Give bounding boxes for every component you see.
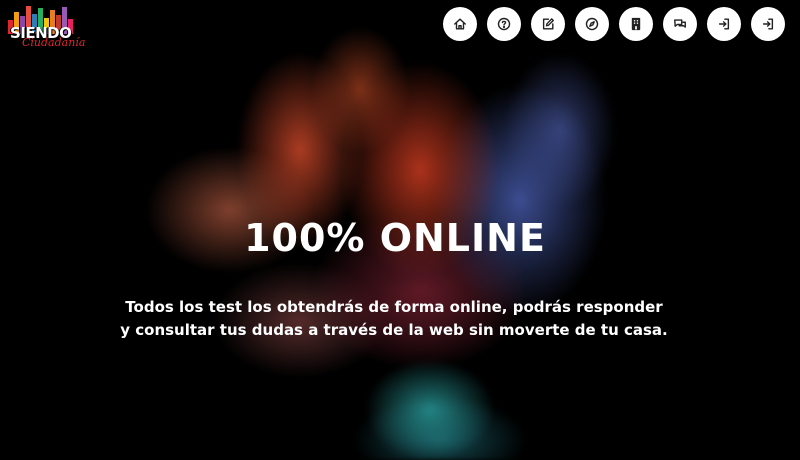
- building-icon: [631, 17, 641, 31]
- landing-page: SIENDO Ciudadanía 100% ONLINE Todos los …: [0, 0, 800, 460]
- home-button[interactable]: [443, 7, 477, 41]
- signin-icon: [762, 18, 774, 30]
- hero-title: 100% ONLINE: [244, 216, 546, 260]
- help-icon: [497, 17, 511, 31]
- signin-button[interactable]: [751, 7, 785, 41]
- building-button[interactable]: [619, 7, 653, 41]
- edit-button[interactable]: [531, 7, 565, 41]
- chat-icon: [674, 19, 686, 28]
- chat-button[interactable]: [663, 7, 697, 41]
- compass-icon: [585, 17, 599, 31]
- login-icon: [718, 18, 730, 30]
- site-logo[interactable]: SIENDO Ciudadanía: [6, 4, 85, 52]
- edit-icon: [542, 18, 554, 30]
- logo-script-text: Ciudadanía: [22, 36, 86, 49]
- compass-button[interactable]: [575, 7, 609, 41]
- top-nav: [443, 7, 785, 41]
- login-button[interactable]: [707, 7, 741, 41]
- help-button[interactable]: [487, 7, 521, 41]
- home-icon: [454, 18, 466, 30]
- hero-description: Todos los test los obtendrás de forma on…: [120, 298, 668, 339]
